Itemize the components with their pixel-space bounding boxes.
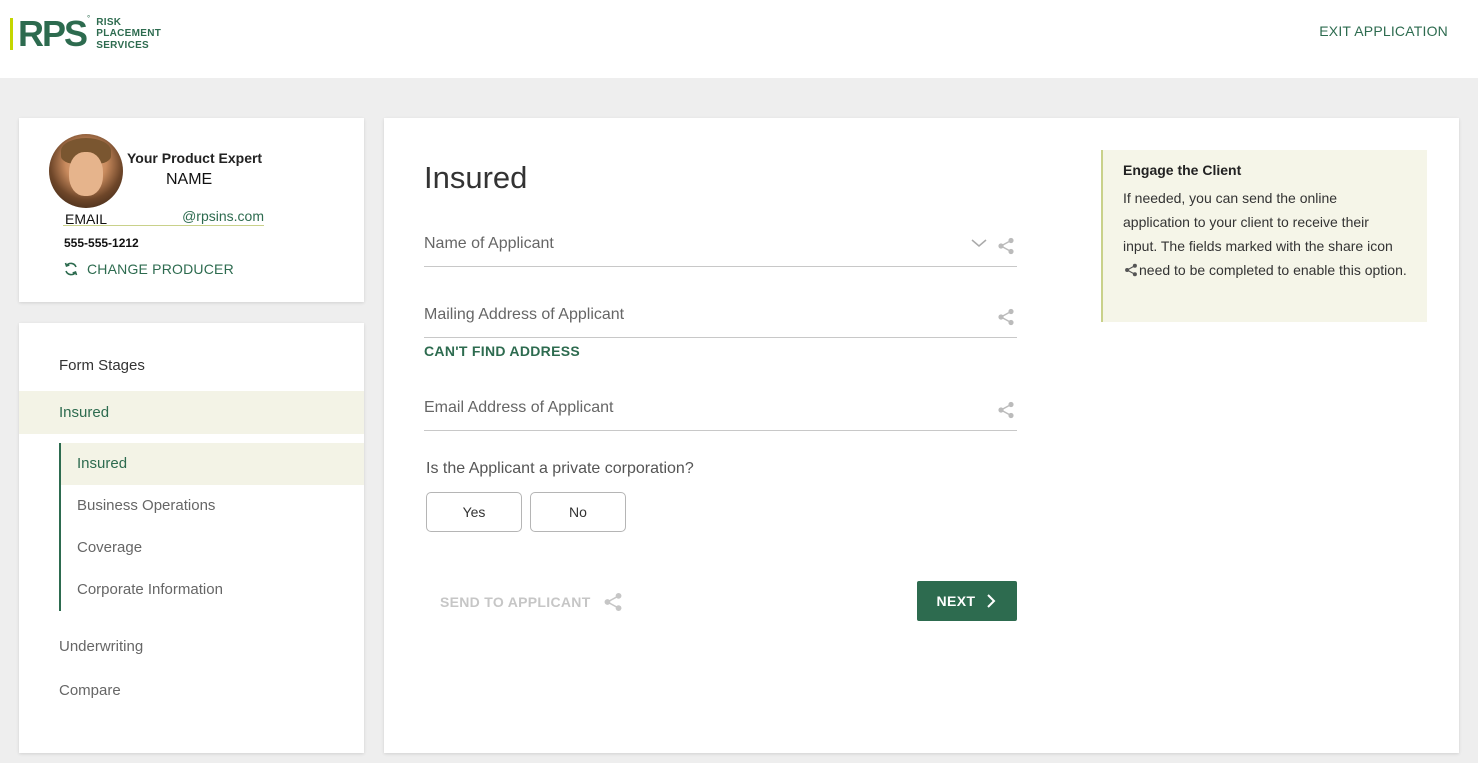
rps-logo[interactable]: RPS ° RISK PLACEMENT SERVICES — [10, 13, 161, 54]
share-icon — [604, 593, 622, 611]
email-address-input[interactable] — [424, 387, 964, 429]
substage-coverage[interactable]: Coverage — [61, 527, 364, 569]
engage-text: If needed, you can send the online appli… — [1123, 186, 1407, 282]
form-stages-heading: Form Stages — [59, 357, 145, 374]
engage-client-panel: Engage the Client If needed, you can sen… — [1101, 150, 1427, 322]
logo-line-services: SERVICES — [96, 39, 150, 51]
engage-title: Engage the Client — [1123, 162, 1242, 178]
logo-accent-bar — [10, 18, 13, 50]
stage-compare[interactable]: Compare — [59, 682, 121, 699]
page-title: Insured — [424, 160, 528, 195]
no-button[interactable]: No — [530, 492, 626, 532]
engage-text-part1: If needed, you can send the online appli… — [1123, 190, 1393, 254]
name-of-applicant-field — [424, 223, 1017, 267]
logo-line-risk: RISK — [96, 16, 122, 28]
substage-list: Insured Business Operations Coverage Cor… — [59, 443, 364, 611]
next-label: NEXT — [936, 593, 976, 609]
private-corporation-question: Is the Applicant a private corporation? — [426, 460, 694, 477]
producer-card: Your Product Expert NAME EMAIL @rpsins.c… — [19, 118, 364, 302]
mailing-address-input[interactable] — [424, 294, 964, 336]
form-stages-nav: Form Stages Insured Insured Business Ope… — [19, 323, 364, 753]
share-icon — [998, 308, 1014, 326]
chevron-right-icon — [987, 594, 996, 608]
share-icon — [998, 237, 1014, 255]
producer-phone: 555-555-1212 — [64, 236, 139, 250]
stage-underwriting[interactable]: Underwriting — [59, 638, 143, 655]
logo-registered: ° — [87, 14, 91, 23]
cant-find-address-link[interactable]: CAN'T FIND ADDRESS — [424, 343, 580, 359]
next-button[interactable]: NEXT — [917, 581, 1017, 621]
send-to-applicant-label: SEND TO APPLICANT — [440, 594, 591, 610]
engage-text-part2: need to be completed to enable this opti… — [1139, 262, 1407, 278]
refresh-icon — [64, 262, 78, 276]
exit-application-link[interactable]: EXIT APPLICATION — [1319, 23, 1448, 39]
email-label: EMAIL — [65, 211, 108, 227]
producer-name: NAME — [166, 171, 213, 188]
product-expert-title: Your Product Expert — [127, 150, 263, 166]
substage-corporate-information[interactable]: Corporate Information — [61, 569, 364, 611]
email-domain: @rpsins.com — [182, 208, 264, 224]
main-form-card: Insured CAN'T FIND ADDRESS Is the Applic… — [384, 118, 1459, 753]
mailing-address-field — [424, 294, 1017, 338]
change-producer-label: CHANGE PRODUCER — [87, 261, 234, 277]
stage-insured[interactable]: Insured — [19, 391, 364, 434]
name-of-applicant-input[interactable] — [424, 223, 964, 265]
send-to-applicant-button[interactable]: SEND TO APPLICANT — [440, 592, 623, 612]
app-header: RPS ° RISK PLACEMENT SERVICES EXIT APPLI… — [0, 0, 1478, 78]
substage-insured[interactable]: Insured — [61, 443, 364, 485]
change-producer-button[interactable]: CHANGE PRODUCER — [63, 261, 234, 277]
share-icon — [998, 401, 1014, 419]
avatar — [49, 134, 123, 208]
logo-wordmark: RISK PLACEMENT SERVICES — [96, 17, 161, 52]
share-icon — [1125, 263, 1137, 277]
producer-email[interactable]: EMAIL @rpsins.com — [63, 208, 264, 227]
chevron-down-icon[interactable] — [971, 235, 987, 251]
yes-button[interactable]: Yes — [426, 492, 522, 532]
email-address-field — [424, 387, 1017, 431]
logo-line-placement: PLACEMENT — [96, 28, 162, 40]
logo-mark: RPS — [18, 13, 88, 54]
substage-business-operations[interactable]: Business Operations — [61, 485, 364, 527]
